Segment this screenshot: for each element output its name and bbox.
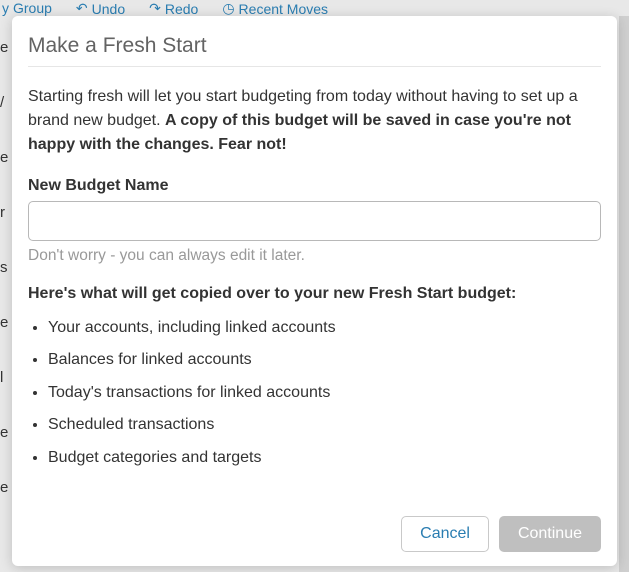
budget-name-help: Don't worry - you can always edit it lat… [28,247,601,265]
list-item: Balances for linked accounts [48,349,601,371]
cancel-button[interactable]: Cancel [401,516,489,552]
continue-button[interactable]: Continue [499,516,601,552]
bg-recent-moves-button[interactable]: ◷ Recent Moves [222,0,328,16]
fresh-start-modal: Make a Fresh Start Starting fresh will l… [12,16,617,566]
modal-description: Starting fresh will let you start budget… [28,85,601,157]
list-item: Today's transactions for linked accounts [48,382,601,404]
copy-heading: Here's what will get copied over to your… [28,285,601,303]
budget-name-label: New Budget Name [28,177,601,195]
list-item: Scheduled transactions [48,414,601,436]
background-toolbar: y Group ↶ Undo ↷ Redo ◷ Recent Moves [0,0,629,16]
budget-name-input[interactable] [28,201,601,241]
bg-undo-button[interactable]: ↶ Undo [76,0,125,16]
list-item: Budget categories and targets [48,447,601,469]
background-left-text: e/erselee [0,40,12,535]
list-item: Your accounts, including linked accounts [48,317,601,339]
bg-redo-button[interactable]: ↷ Redo [149,0,198,16]
copy-list: Your accounts, including linked accounts… [28,317,601,479]
modal-title: Make a Fresh Start [28,34,601,67]
bg-group-label: y Group [2,0,52,16]
modal-footer: Cancel Continue [28,504,601,552]
background-scrollbar[interactable] [619,16,629,572]
